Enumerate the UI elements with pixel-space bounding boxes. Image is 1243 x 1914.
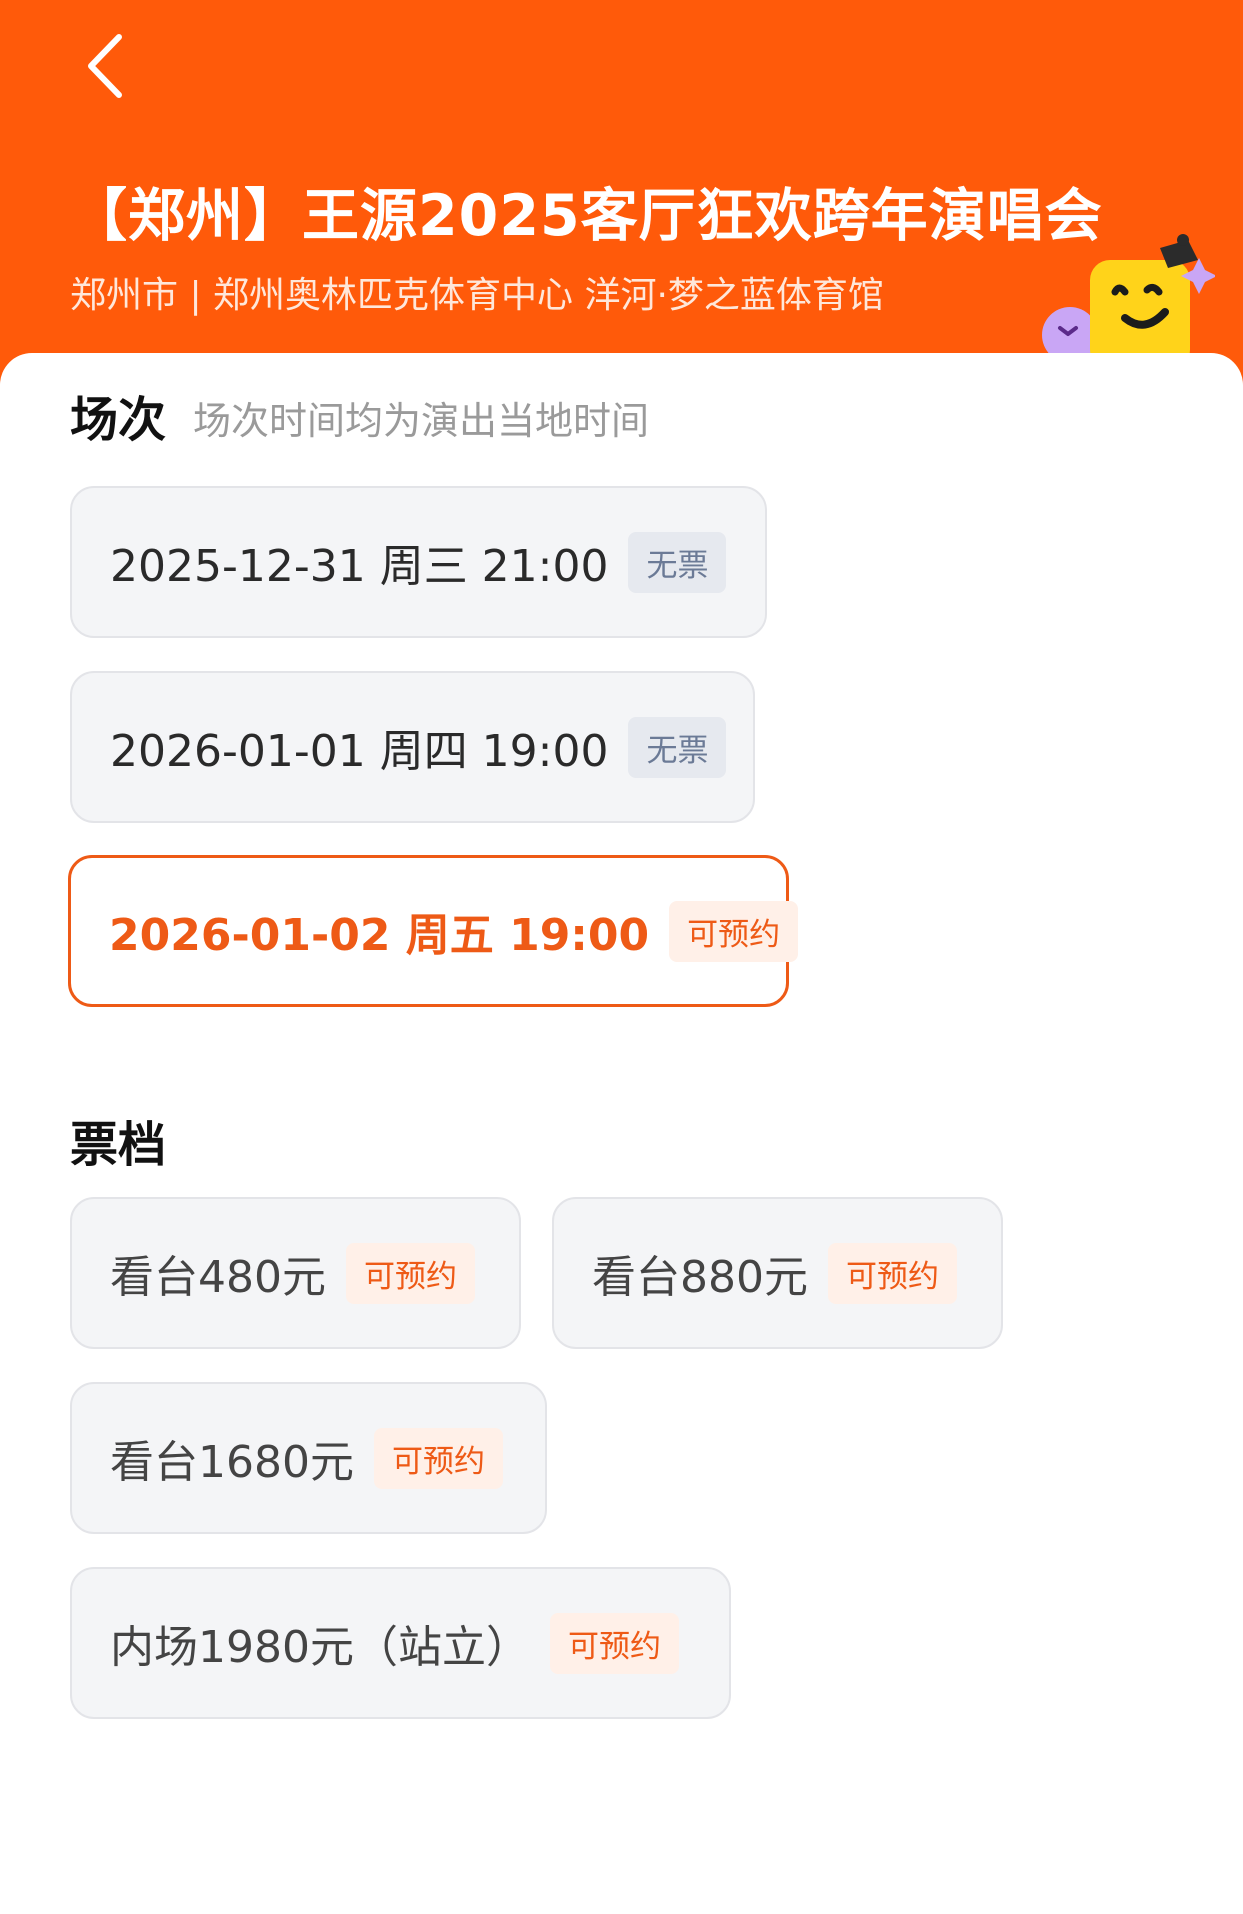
chevron-left-icon bbox=[88, 34, 122, 98]
status-badge: 无票 bbox=[628, 531, 727, 593]
ticket-option-880[interactable]: 看台880元 可预约 bbox=[552, 1197, 1003, 1349]
session-label: 2026-01-02 周五 19:00 bbox=[109, 910, 650, 961]
event-title: 【郑州】王源2025客厅狂欢跨年演唱会 bbox=[70, 183, 1103, 249]
ticket-option-480[interactable]: 看台480元 可预约 bbox=[70, 1197, 521, 1349]
status-badge: 可预约 bbox=[827, 1242, 957, 1304]
session-label: 2025-12-31 周三 21:00 bbox=[110, 541, 609, 592]
event-venue: 郑州市 | 郑州奥林匹克体育中心 洋河·梦之蓝体育馆 bbox=[70, 275, 884, 316]
ticket-option-1980[interactable]: 内场1980元（站立） 可预约 bbox=[70, 1567, 731, 1719]
session-option-3[interactable]: 2026-01-02 周五 19:00 可预约 bbox=[68, 855, 799, 1007]
session-option-1[interactable]: 2025-12-31 周三 21:00 无票 bbox=[70, 486, 767, 638]
ticket-label: 内场1980元（站立） bbox=[110, 1622, 530, 1673]
mascot-face-icon bbox=[1042, 234, 1215, 360]
status-badge: 可预约 bbox=[373, 1427, 503, 1489]
ticket-label: 看台1680元 bbox=[110, 1437, 354, 1488]
status-badge: 可预约 bbox=[345, 1242, 475, 1304]
session-section-title: 场次 bbox=[70, 392, 167, 448]
ticket-label: 看台480元 bbox=[110, 1252, 326, 1303]
ticket-option-1680[interactable]: 看台1680元 可预约 bbox=[70, 1382, 547, 1534]
back-button[interactable] bbox=[70, 26, 140, 106]
session-label: 2026-01-01 周四 19:00 bbox=[110, 726, 609, 777]
session-option-2[interactable]: 2026-01-01 周四 19:00 无票 bbox=[70, 671, 755, 823]
ticket-label: 看台880元 bbox=[592, 1252, 808, 1303]
status-badge: 可预约 bbox=[549, 1612, 679, 1674]
status-badge: 可预约 bbox=[669, 900, 799, 962]
session-hint: 场次时间均为演出当地时间 bbox=[193, 399, 650, 443]
ticket-section-title: 票档 bbox=[70, 1117, 167, 1173]
status-badge: 无票 bbox=[628, 716, 727, 778]
